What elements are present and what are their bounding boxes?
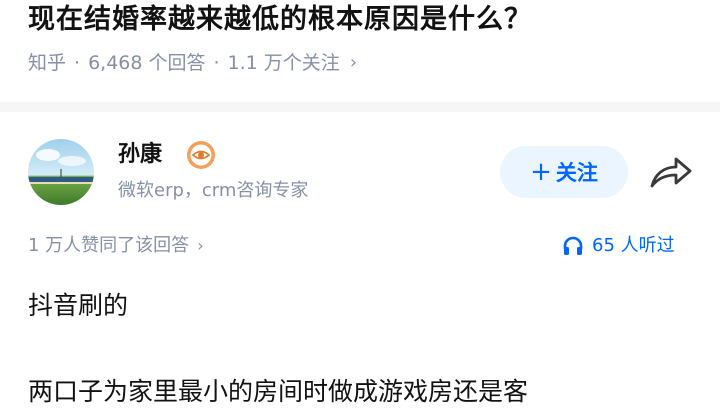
chevron-right-icon: ›	[197, 236, 204, 255]
separator-dot: ·	[213, 52, 220, 74]
follow-button[interactable]: + 关注	[500, 146, 628, 198]
section-divider	[0, 102, 720, 112]
question-title[interactable]: 现在结婚率越来越低的根本原因是什么？	[28, 0, 532, 40]
listens-text: 65 人听过	[592, 235, 675, 256]
chevron-right-icon: ›	[349, 52, 358, 73]
plus-icon: +	[530, 157, 552, 187]
followers-count: 1.1 万个关注	[227, 52, 340, 74]
likes-row[interactable]: 1 万人赞同了该回答 ›	[28, 232, 204, 260]
author-name[interactable]: 孙康	[118, 140, 162, 170]
share-arrow-icon[interactable]	[646, 152, 694, 194]
question-meta[interactable]: 知乎 · 6,468 个回答 · 1.1 万个关注 ›	[28, 48, 357, 78]
avatar[interactable]	[28, 139, 94, 205]
likes-text: 1 万人赞同了该回答	[28, 235, 190, 256]
answer-paragraph: 抖音刷的	[28, 291, 129, 320]
follow-label: 关注	[555, 161, 598, 185]
author-bio: 微软erp，crm咨询专家	[118, 180, 309, 201]
answers-count: 6,468 个回答	[88, 52, 206, 74]
separator-dot: ·	[74, 52, 81, 74]
eye-badge-icon	[186, 140, 216, 170]
headphones-icon	[563, 236, 583, 255]
source-label: 知乎	[28, 52, 67, 74]
listen-row[interactable]: 65 人听过	[562, 232, 675, 260]
